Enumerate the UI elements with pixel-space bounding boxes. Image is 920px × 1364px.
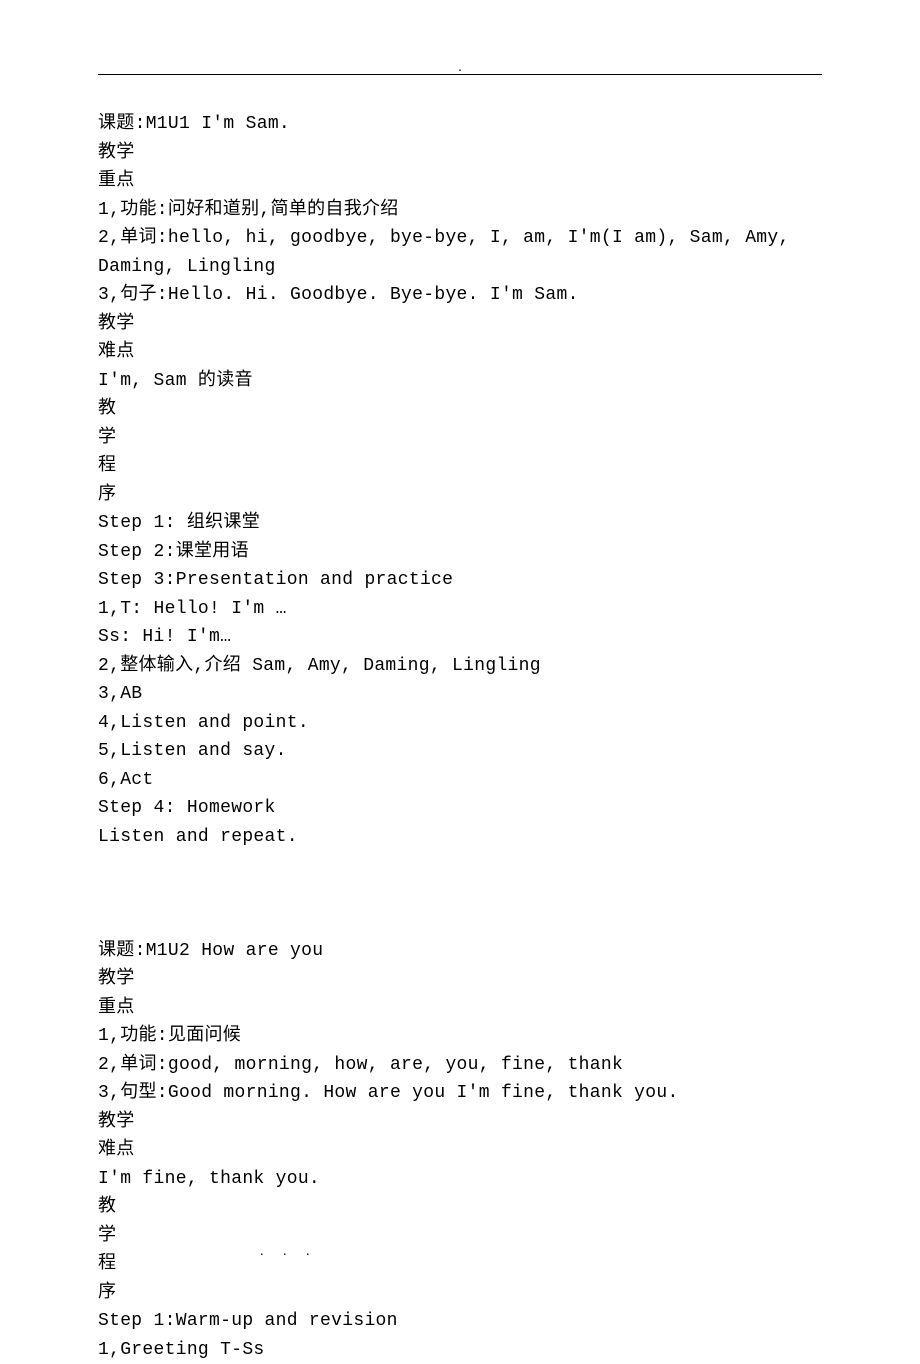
lesson-2-keypoints-label: 教学 重点 — [98, 969, 135, 1018]
lesson-1-kp-1: 1,功能:问好和道别,简单的自我介绍 — [98, 200, 399, 220]
horizontal-rule — [98, 74, 822, 75]
footer-dots: . . . — [260, 1244, 318, 1260]
lesson-1-proc-9: 5,Listen and say. — [98, 741, 287, 761]
lesson-2-difficulty: I'm fine, thank you. — [98, 1169, 320, 1189]
lesson-1-proc-6: 2,整体输入,介绍 Sam, Amy, Daming, Lingling — [98, 656, 541, 676]
lesson-1-proc-12: Listen and repeat. — [98, 827, 298, 847]
lesson-2-difficulty-label: 教学 难点 — [98, 1112, 135, 1161]
lesson-2-procedure-label: 教 学 程 序 — [98, 1197, 116, 1303]
lesson-1-proc-1: Step 1: 组织课堂 — [98, 513, 260, 533]
lesson-1-proc-8: 4,Listen and point. — [98, 713, 309, 733]
lesson-2-proc-2: 1,Greeting T-Ss — [98, 1340, 265, 1360]
lesson-1-proc-10: 6,Act — [98, 770, 154, 790]
lesson-1-kp-2: 2,单词:hello, hi, goodbye, bye-bye, I, am,… — [98, 228, 801, 277]
lesson-2-kp-3: 3,句型:Good morning. How are you I'm fine,… — [98, 1083, 679, 1103]
lesson-2-kp-2: 2,单词:good, morning, how, are, you, fine,… — [98, 1055, 623, 1075]
lesson-1-proc-3: Step 3:Presentation and practice — [98, 570, 453, 590]
lesson-2-title: 课题:M1U2 How are you — [98, 941, 323, 961]
lesson-2-kp-1: 1,功能:见面问候 — [98, 1026, 241, 1046]
lesson-1-proc-2: Step 2:课堂用语 — [98, 542, 249, 562]
lesson-1-proc-4: 1,T: Hello! I'm … — [98, 599, 287, 619]
lesson-1-procedure-label: 教 学 程 序 — [98, 399, 116, 505]
lesson-1-keypoints-label: 教学 重点 — [98, 143, 135, 192]
lesson-1-proc-11: Step 4: Homework — [98, 798, 276, 818]
lesson-1-proc-5: Ss: Hi! I'm… — [98, 627, 231, 647]
document-page: . 课题:M1U1 I'm Sam. 教学 重点 1,功能:问好和道别,简单的自… — [0, 0, 920, 1302]
document-body: 课题:M1U1 I'm Sam. 教学 重点 1,功能:问好和道别,简单的自我介… — [98, 110, 822, 1364]
lesson-1-difficulty-label: 教学 难点 — [98, 314, 135, 363]
lesson-1-title: 课题:M1U1 I'm Sam. — [98, 114, 290, 134]
lesson-2-proc-1: Step 1:Warm-up and revision — [98, 1311, 398, 1331]
lesson-1-kp-3: 3,句子:Hello. Hi. Goodbye. Bye-bye. I'm Sa… — [98, 285, 579, 305]
lesson-1-proc-7: 3,AB — [98, 684, 142, 704]
lesson-1-difficulty: I'm, Sam 的读音 — [98, 371, 253, 391]
